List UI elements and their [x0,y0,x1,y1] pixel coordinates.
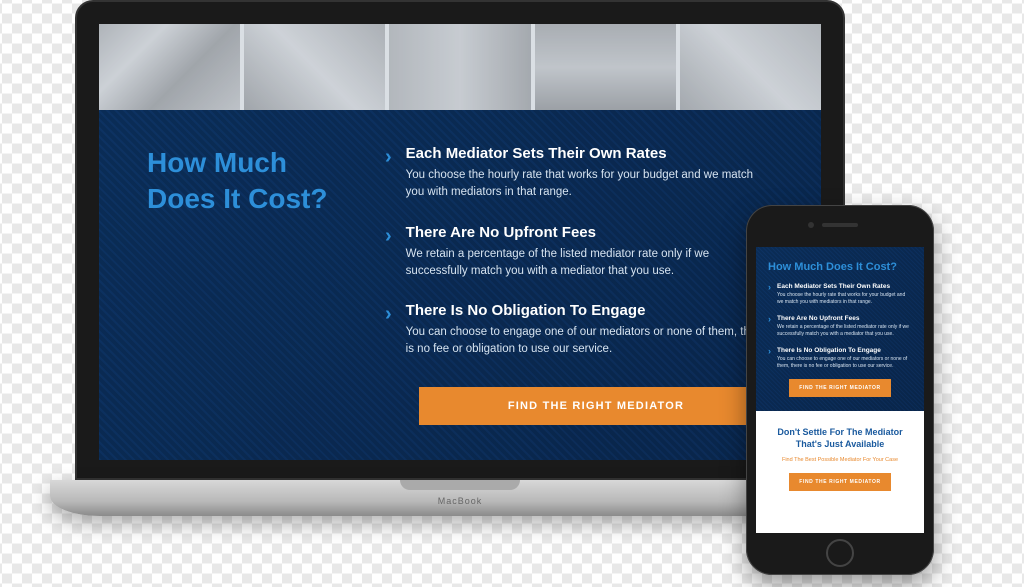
cost-list: › Each Mediator Sets Their Own Rates You… [385,145,773,430]
cost-item: › There Are No Upfront Fees We retain a … [385,224,773,281]
phone-viewport: How Much Does It Cost? › Each Mediator S… [756,247,924,533]
hero-image-strip [99,24,821,110]
cost-item-title: There Are No Upfront Fees [406,224,773,241]
cost-item-desc: You choose the hourly rate that works fo… [406,167,773,202]
phone-home-button[interactable] [826,539,854,567]
find-mediator-button-settle[interactable]: FIND THE RIGHT MEDIATOR [789,473,890,491]
find-mediator-button[interactable]: FIND THE RIGHT MEDIATOR [419,387,773,425]
settle-section: Don't Settle For The Mediator That's Jus… [756,411,924,507]
laptop-mockup: How Much Does It Cost? › Each Mediator S… [75,0,845,540]
cost-item-title: Each Mediator Sets Their Own Rates [777,283,912,290]
find-mediator-button-mobile[interactable]: FIND THE RIGHT MEDIATOR [789,379,890,397]
laptop-bezel: How Much Does It Cost? › Each Mediator S… [75,0,845,480]
chevron-right-icon: › [385,224,392,281]
cost-item-desc: You can choose to engage one of our medi… [777,356,912,370]
cost-item-title: There Is No Obligation To Engage [406,302,773,319]
phone-camera [808,222,814,228]
hero-image [680,24,821,110]
laptop-viewport: How Much Does It Cost? › Each Mediator S… [99,24,821,460]
phone-body: How Much Does It Cost? › Each Mediator S… [746,205,934,575]
cost-section-mobile: How Much Does It Cost? › Each Mediator S… [756,247,924,411]
cost-item: › Each Mediator Sets Their Own Rates You… [385,145,773,202]
cost-item: › Each Mediator Sets Their Own Rates You… [768,283,912,306]
cost-section: How Much Does It Cost? › Each Mediator S… [99,110,821,460]
chevron-right-icon: › [768,347,771,370]
cost-item: › There Are No Upfront Fees We retain a … [768,315,912,338]
chevron-right-icon: › [385,302,392,359]
cost-item: › There Is No Obligation To Engage You c… [385,302,773,359]
laptop-hinge-notch [400,480,520,490]
settle-heading: Don't Settle For The Mediator That's Jus… [768,427,912,450]
cost-item-title: There Are No Upfront Fees [777,315,912,322]
cost-item-title: Each Mediator Sets Their Own Rates [406,145,773,162]
hero-image [99,24,240,110]
cost-item-desc: We retain a percentage of the listed med… [406,246,773,281]
cost-item-title: There Is No Obligation To Engage [777,347,912,354]
chevron-right-icon: › [768,315,771,338]
hero-image [244,24,385,110]
phone-mockup: How Much Does It Cost? › Each Mediator S… [746,205,934,575]
section-heading-mobile: How Much Does It Cost? [768,261,912,273]
cost-item-desc: We retain a percentage of the listed med… [777,324,912,338]
hero-image [535,24,676,110]
settle-subheading: Find The Best Possible Mediator For Your… [768,457,912,463]
cost-item: › There Is No Obligation To Engage You c… [768,347,912,370]
laptop-brand-label: MacBook [438,496,483,506]
section-heading: How Much Does It Cost? [147,145,347,430]
cost-item-desc: You can choose to engage one of our medi… [406,324,773,359]
cost-item-desc: You choose the hourly rate that works fo… [777,292,912,306]
chevron-right-icon: › [768,283,771,306]
chevron-right-icon: › [385,145,392,202]
phone-speaker [822,223,858,227]
hero-image [389,24,530,110]
